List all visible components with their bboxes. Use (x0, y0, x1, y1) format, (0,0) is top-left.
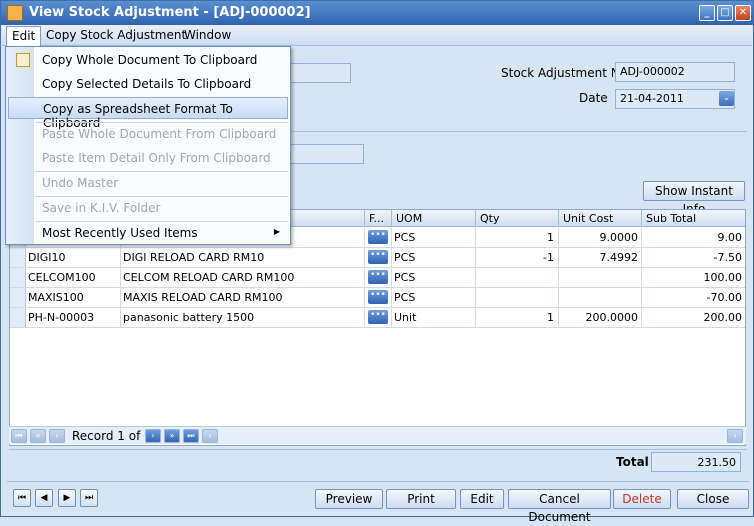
ellipsis-button[interactable]: ••• (368, 290, 388, 304)
table-row[interactable]: DIGI10 DIGI RELOAD CARD RM10 ••• PCS -1 … (10, 248, 745, 268)
edit-button[interactable]: Edit (460, 489, 504, 509)
item-sub-total: 9.00 (717, 231, 743, 244)
menu-item-paste-whole-document[interactable]: Paste Whole Document From Clipboard (8, 123, 288, 145)
col-header-qty[interactable]: Qty (480, 212, 499, 225)
record-prev-icon[interactable]: ◀ (35, 489, 53, 507)
item-code: DIGI10 (28, 251, 66, 264)
minimize-button[interactable]: _ (699, 5, 715, 21)
ellipsis-button[interactable]: ••• (368, 310, 388, 324)
scroll-left-icon[interactable]: ‹ (202, 429, 218, 443)
table-row[interactable]: CELCOM100 CELCOM RELOAD CARD RM100 ••• P… (10, 268, 745, 288)
stock-adjustment-window: View Stock Adjustment - [ADJ-000002] _ □… (0, 0, 754, 524)
table-row[interactable]: PH-N-00003 panasonic battery 1500 ••• Un… (10, 308, 745, 328)
menu-edit[interactable]: Edit (6, 26, 42, 46)
menu-bar: Edit Copy Stock Adjustment Window (2, 25, 752, 46)
nav-first-icon[interactable]: ⏮ (11, 429, 27, 443)
col-header-sub-total[interactable]: Sub Total (646, 212, 696, 225)
hidden-field-1[interactable] (289, 63, 351, 83)
nav-last-icon[interactable]: ⏭ (183, 429, 199, 443)
total-value: 231.50 (651, 452, 741, 472)
title-bar[interactable]: View Stock Adjustment - [ADJ-000002] _ □… (1, 1, 753, 25)
show-instant-info-button[interactable]: Show Instant Info (643, 181, 745, 216)
menu-copy-stock-adjustment[interactable]: Copy Stock Adjustment (46, 28, 186, 42)
record-counter: Record 1 of 5 (72, 429, 152, 443)
item-code: CELCOM100 (28, 271, 96, 284)
adjustment-no-label: Stock Adjustment No (501, 66, 628, 80)
record-last-icon[interactable]: ⏭ (80, 489, 98, 507)
record-next-icon[interactable]: ▶ (58, 489, 76, 507)
window-title: View Stock Adjustment - [ADJ-000002] (29, 5, 311, 20)
item-description: DIGI RELOAD CARD RM10 (123, 251, 265, 264)
item-uom: Unit (394, 311, 417, 324)
print-button[interactable]: Print (386, 489, 456, 509)
menu-window[interactable]: Window (184, 28, 231, 42)
menu-item-copy-selected-details[interactable]: Copy Selected Details To Clipboard (8, 73, 288, 95)
total-label: Total (616, 455, 649, 469)
item-qty: -1 (543, 251, 554, 264)
item-unit-cost: 9.0000 (599, 231, 639, 244)
delete-button[interactable]: Delete (613, 489, 671, 509)
item-qty: 1 (547, 311, 554, 324)
item-code: MAXIS100 (28, 291, 84, 304)
cancel-document-button[interactable]: Cancel Document (508, 489, 611, 524)
ellipsis-button[interactable]: ••• (368, 230, 388, 244)
menu-item-most-recently-used[interactable]: Most Recently Used Items ▶ (8, 222, 288, 244)
item-sub-total: 100.00 (703, 271, 743, 284)
close-window-button[interactable]: ✕ (735, 5, 751, 21)
nav-next-icon[interactable]: › (145, 429, 161, 443)
adjustment-no-field[interactable]: ADJ-000002 (615, 62, 735, 82)
scroll-right-icon[interactable]: › (727, 429, 743, 443)
table-row[interactable]: MAXIS100 MAXIS RELOAD CARD RM100 ••• PCS… (10, 288, 745, 308)
preview-button[interactable]: Preview (315, 489, 383, 509)
date-dropdown-icon[interactable]: ⌄ (719, 91, 734, 106)
edit-menu: Copy Whole Document To Clipboard Copy Se… (5, 46, 291, 245)
item-qty: 1 (547, 231, 554, 244)
item-uom: PCS (394, 251, 416, 264)
item-unit-cost: 7.4992 (599, 251, 639, 264)
nav-next-page-icon[interactable]: » (164, 429, 180, 443)
item-unit-cost: 200.0000 (585, 311, 639, 324)
hidden-field-2[interactable] (289, 144, 364, 164)
grid-navigator: ⏮ « ‹ Record 1 of 5 › » ⏭ ‹ › (9, 426, 746, 444)
item-sub-total: -7.50 (713, 251, 742, 264)
menu-item-copy-whole-document[interactable]: Copy Whole Document To Clipboard (8, 49, 288, 71)
ellipsis-button[interactable]: ••• (368, 270, 388, 284)
col-header-f[interactable]: F... (369, 212, 384, 225)
item-uom: PCS (394, 291, 416, 304)
item-sub-total: -70.00 (706, 291, 742, 304)
item-description: CELCOM RELOAD CARD RM100 (123, 271, 295, 284)
item-code: PH-N-00003 (28, 311, 95, 324)
menu-item-undo-master[interactable]: Undo Master (8, 172, 288, 194)
record-first-icon[interactable]: ⏮ (13, 489, 31, 507)
maximize-button[interactable]: □ (717, 5, 733, 21)
menu-item-copy-spreadsheet-format[interactable]: Copy as Spreadsheet Format To Clipboard (8, 97, 288, 130)
app-icon (7, 5, 23, 21)
item-description: MAXIS RELOAD CARD RM100 (123, 291, 283, 304)
item-description: panasonic battery 1500 (123, 311, 255, 324)
nav-prev-icon[interactable]: ‹ (49, 429, 65, 443)
date-label: Date (579, 91, 608, 105)
item-uom: PCS (394, 271, 416, 284)
ellipsis-button[interactable]: ••• (368, 250, 388, 264)
date-field[interactable]: 21-04-2011 (615, 89, 735, 109)
window-icon (16, 53, 30, 67)
submenu-arrow-icon: ▶ (273, 227, 280, 236)
menu-item-save-kiv[interactable]: Save in K.I.V. Folder (8, 197, 288, 219)
item-sub-total: 200.00 (703, 311, 743, 324)
close-button[interactable]: Close (677, 489, 749, 509)
menu-item-paste-item-detail[interactable]: Paste Item Detail Only From Clipboard (8, 147, 288, 169)
col-header-uom[interactable]: UOM (396, 212, 422, 225)
item-uom: PCS (394, 231, 416, 244)
nav-prev-page-icon[interactable]: « (30, 429, 46, 443)
col-header-unit-cost[interactable]: Unit Cost (563, 212, 613, 225)
